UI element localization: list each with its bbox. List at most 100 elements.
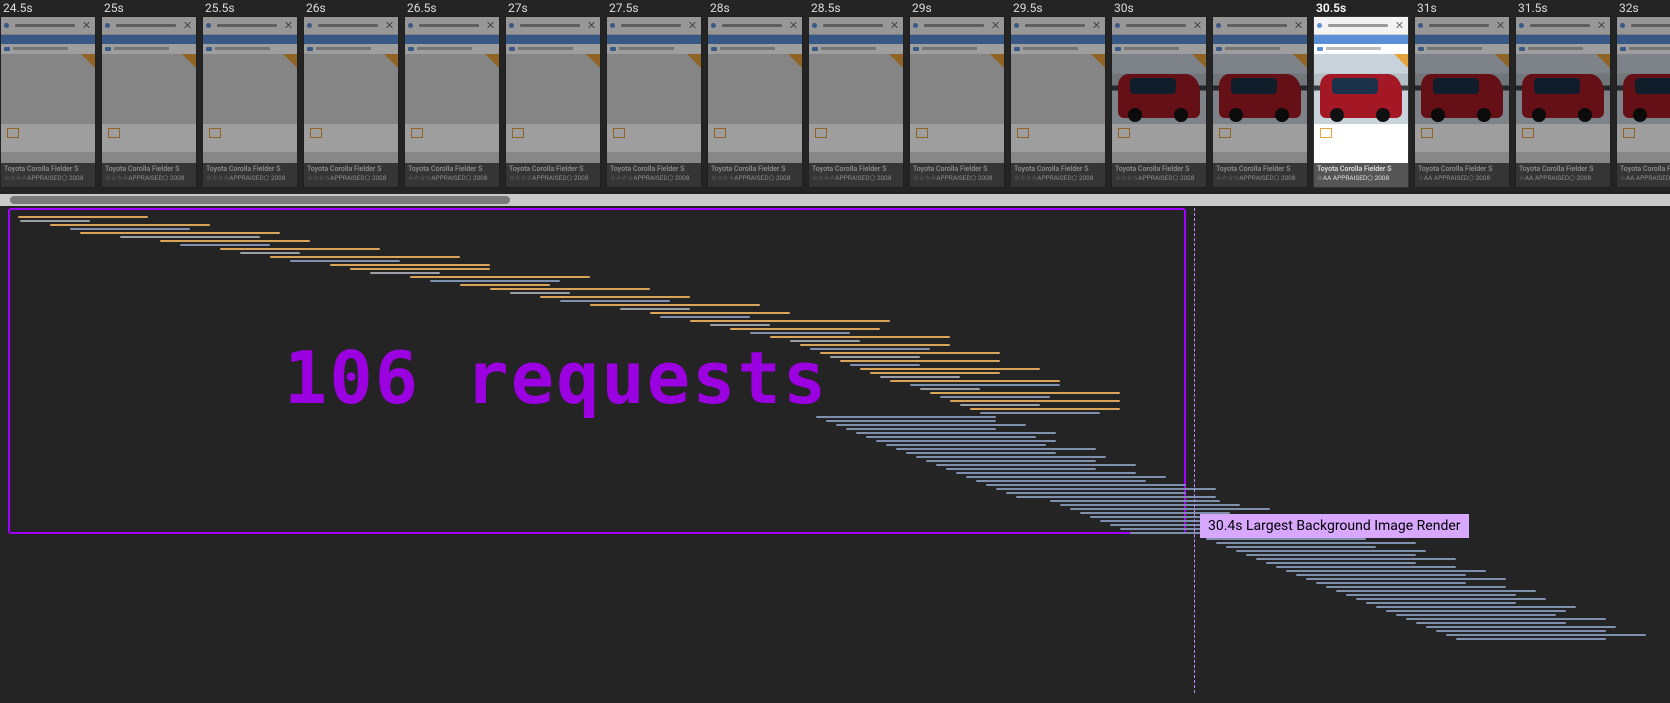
request-bar[interactable] xyxy=(690,320,890,322)
request-bar[interactable] xyxy=(790,340,860,342)
filmstrip-frame[interactable]: 29sToyota Corolla Fielder S☆☆☆☆APPRAISED… xyxy=(909,0,1005,188)
request-bar[interactable] xyxy=(1426,626,1616,628)
scrollbar-thumb[interactable] xyxy=(10,196,510,204)
request-bar[interactable] xyxy=(1336,590,1536,592)
request-bar[interactable] xyxy=(830,356,920,358)
request-bar[interactable] xyxy=(1446,634,1646,636)
request-bar[interactable] xyxy=(1266,562,1416,564)
request-bar[interactable] xyxy=(950,400,1120,402)
filmstrip-frame[interactable]: Toyota Corolla Fielder S☆☆☆☆APPRAISED⬡ 2… xyxy=(1212,0,1308,188)
request-bar[interactable] xyxy=(650,312,790,314)
frame-thumbnail[interactable]: Toyota Corolla Fielder S☆☆☆☆APPRAISED⬡ 2… xyxy=(1212,16,1308,188)
request-bar[interactable] xyxy=(1346,594,1516,596)
request-bar[interactable] xyxy=(930,392,1120,394)
filmstrip-frame[interactable]: 32sToyota Corolla Fielder S☆AA APPRAISED… xyxy=(1616,0,1670,188)
filmstrip-frame[interactable]: 30sToyota Corolla Fielder S☆☆☆☆APPRAISED… xyxy=(1111,0,1207,188)
request-bar[interactable] xyxy=(560,300,670,302)
filmstrip-frame[interactable]: 26sToyota Corolla Fielder S☆☆☆☆APPRAISED… xyxy=(303,0,399,188)
request-bar[interactable] xyxy=(986,484,1186,486)
request-bar[interactable] xyxy=(816,416,996,418)
frame-thumbnail[interactable]: Toyota Corolla Fielder S☆☆☆☆APPRAISED⬡ 2… xyxy=(202,16,298,188)
request-bar[interactable] xyxy=(180,244,270,246)
frame-thumbnail[interactable]: Toyota Corolla Fielder S☆☆☆☆APPRAISED⬡ 2… xyxy=(808,16,904,188)
request-bar[interactable] xyxy=(910,384,1060,386)
request-bar[interactable] xyxy=(976,480,1146,482)
request-bar[interactable] xyxy=(880,376,960,378)
frame-thumbnail[interactable]: Toyota Corolla Fielder S☆AA APPRAISED⬡ 2… xyxy=(1414,16,1510,188)
filmstrip-frame[interactable]: 27.5sToyota Corolla Fielder S☆☆☆☆APPRAIS… xyxy=(606,0,702,188)
filmstrip-frame[interactable]: 29.5sToyota Corolla Fielder S☆☆☆☆APPRAIS… xyxy=(1010,0,1106,188)
frame-thumbnail[interactable]: Toyota Corolla Fielder S☆☆☆☆APPRAISED⬡ 2… xyxy=(1010,16,1106,188)
request-bar[interactable] xyxy=(750,332,850,334)
filmstrip-frame[interactable]: 31.5sToyota Corolla Fielder S☆AA APPRAIS… xyxy=(1515,0,1611,188)
request-bar[interactable] xyxy=(886,444,1046,446)
filmstrip-frame[interactable]: 28.5sToyota Corolla Fielder S☆☆☆☆APPRAIS… xyxy=(808,0,904,188)
request-bar[interactable] xyxy=(836,424,1026,426)
request-bar[interactable] xyxy=(970,408,1120,410)
request-bar[interactable] xyxy=(410,276,590,278)
request-bar[interactable] xyxy=(860,368,1040,370)
request-bar[interactable] xyxy=(1216,542,1416,544)
request-bar[interactable] xyxy=(956,472,1136,474)
frame-thumbnail[interactable]: Toyota Corolla Fielder S☆☆☆☆APPRAISED⬡ 2… xyxy=(404,16,500,188)
request-bar[interactable] xyxy=(590,304,760,306)
filmstrip-frame[interactable]: 25sToyota Corolla Fielder S☆☆☆☆APPRAISED… xyxy=(101,0,197,188)
filmstrip[interactable]: 24.5sToyota Corolla Fielder S☆☆☆☆APPRAIS… xyxy=(0,0,1670,188)
frame-thumbnail[interactable]: Toyota Corolla Fielder S☆☆☆☆APPRAISED⬡ 2… xyxy=(505,16,601,188)
request-bar[interactable] xyxy=(870,372,1000,374)
request-bar[interactable] xyxy=(850,364,920,366)
request-bar[interactable] xyxy=(620,308,690,310)
request-bar[interactable] xyxy=(856,432,1056,434)
filmstrip-frame[interactable]: 26.5sToyota Corolla Fielder S☆☆☆☆APPRAIS… xyxy=(404,0,500,188)
request-bar[interactable] xyxy=(710,324,770,326)
request-bar[interactable] xyxy=(1276,566,1456,568)
request-bar[interactable] xyxy=(1436,630,1606,632)
request-bar[interactable] xyxy=(1376,606,1576,608)
request-bar[interactable] xyxy=(906,452,1056,454)
request-bar[interactable] xyxy=(996,488,1216,490)
waterfall[interactable] xyxy=(10,212,1670,693)
request-bar[interactable] xyxy=(70,228,190,230)
request-bar[interactable] xyxy=(966,476,1166,478)
filmstrip-frame[interactable]: 30.5sToyota Corolla Fielder S☆AA APPRAIS… xyxy=(1313,0,1409,188)
request-bar[interactable] xyxy=(20,220,90,222)
request-bar[interactable] xyxy=(240,252,300,254)
request-bar[interactable] xyxy=(1396,614,1556,616)
request-bar[interactable] xyxy=(1306,578,1506,580)
request-bar[interactable] xyxy=(896,448,1096,450)
request-bar[interactable] xyxy=(490,288,650,290)
request-bar[interactable] xyxy=(510,292,570,294)
request-bar[interactable] xyxy=(270,256,460,258)
request-bar[interactable] xyxy=(840,360,1000,362)
request-bar[interactable] xyxy=(1246,554,1416,556)
request-bar[interactable] xyxy=(1356,598,1546,600)
filmstrip-frame[interactable]: 25.5sToyota Corolla Fielder S☆☆☆☆APPRAIS… xyxy=(202,0,298,188)
request-bar[interactable] xyxy=(800,344,950,346)
request-bar[interactable] xyxy=(660,316,750,318)
frame-thumbnail[interactable]: Toyota Corolla Fielder S☆☆☆☆APPRAISED⬡ 2… xyxy=(1111,16,1207,188)
request-bar[interactable] xyxy=(730,328,880,330)
frame-thumbnail[interactable]: Toyota Corolla Fielder S☆AA APPRAISED⬡ 2… xyxy=(1515,16,1611,188)
request-bar[interactable] xyxy=(866,436,1036,438)
request-bar[interactable] xyxy=(1070,508,1270,510)
request-bar[interactable] xyxy=(1286,570,1486,572)
request-bar[interactable] xyxy=(1456,638,1606,640)
request-bar[interactable] xyxy=(960,404,1040,406)
request-bar[interactable] xyxy=(920,388,980,390)
request-bar[interactable] xyxy=(1366,602,1516,604)
request-bar[interactable] xyxy=(1416,622,1566,624)
request-bar[interactable] xyxy=(1226,546,1376,548)
frame-thumbnail[interactable]: Toyota Corolla Fielder S☆AA APPRAISED⬡ 2… xyxy=(1616,16,1670,188)
request-bar[interactable] xyxy=(846,428,996,430)
request-bar[interactable] xyxy=(1016,496,1216,498)
request-bar[interactable] xyxy=(1386,610,1566,612)
request-bar[interactable] xyxy=(1406,618,1606,620)
request-bar[interactable] xyxy=(916,456,1106,458)
frame-thumbnail[interactable]: Toyota Corolla Fielder S☆☆☆☆APPRAISED⬡ 2… xyxy=(101,16,197,188)
request-bar[interactable] xyxy=(540,296,690,298)
request-bar[interactable] xyxy=(370,272,440,274)
frame-thumbnail[interactable]: Toyota Corolla Fielder S☆☆☆☆APPRAISED⬡ 2… xyxy=(606,16,702,188)
request-bar[interactable] xyxy=(1006,492,1186,494)
request-bar[interactable] xyxy=(1060,504,1240,506)
request-bar[interactable] xyxy=(350,268,490,270)
